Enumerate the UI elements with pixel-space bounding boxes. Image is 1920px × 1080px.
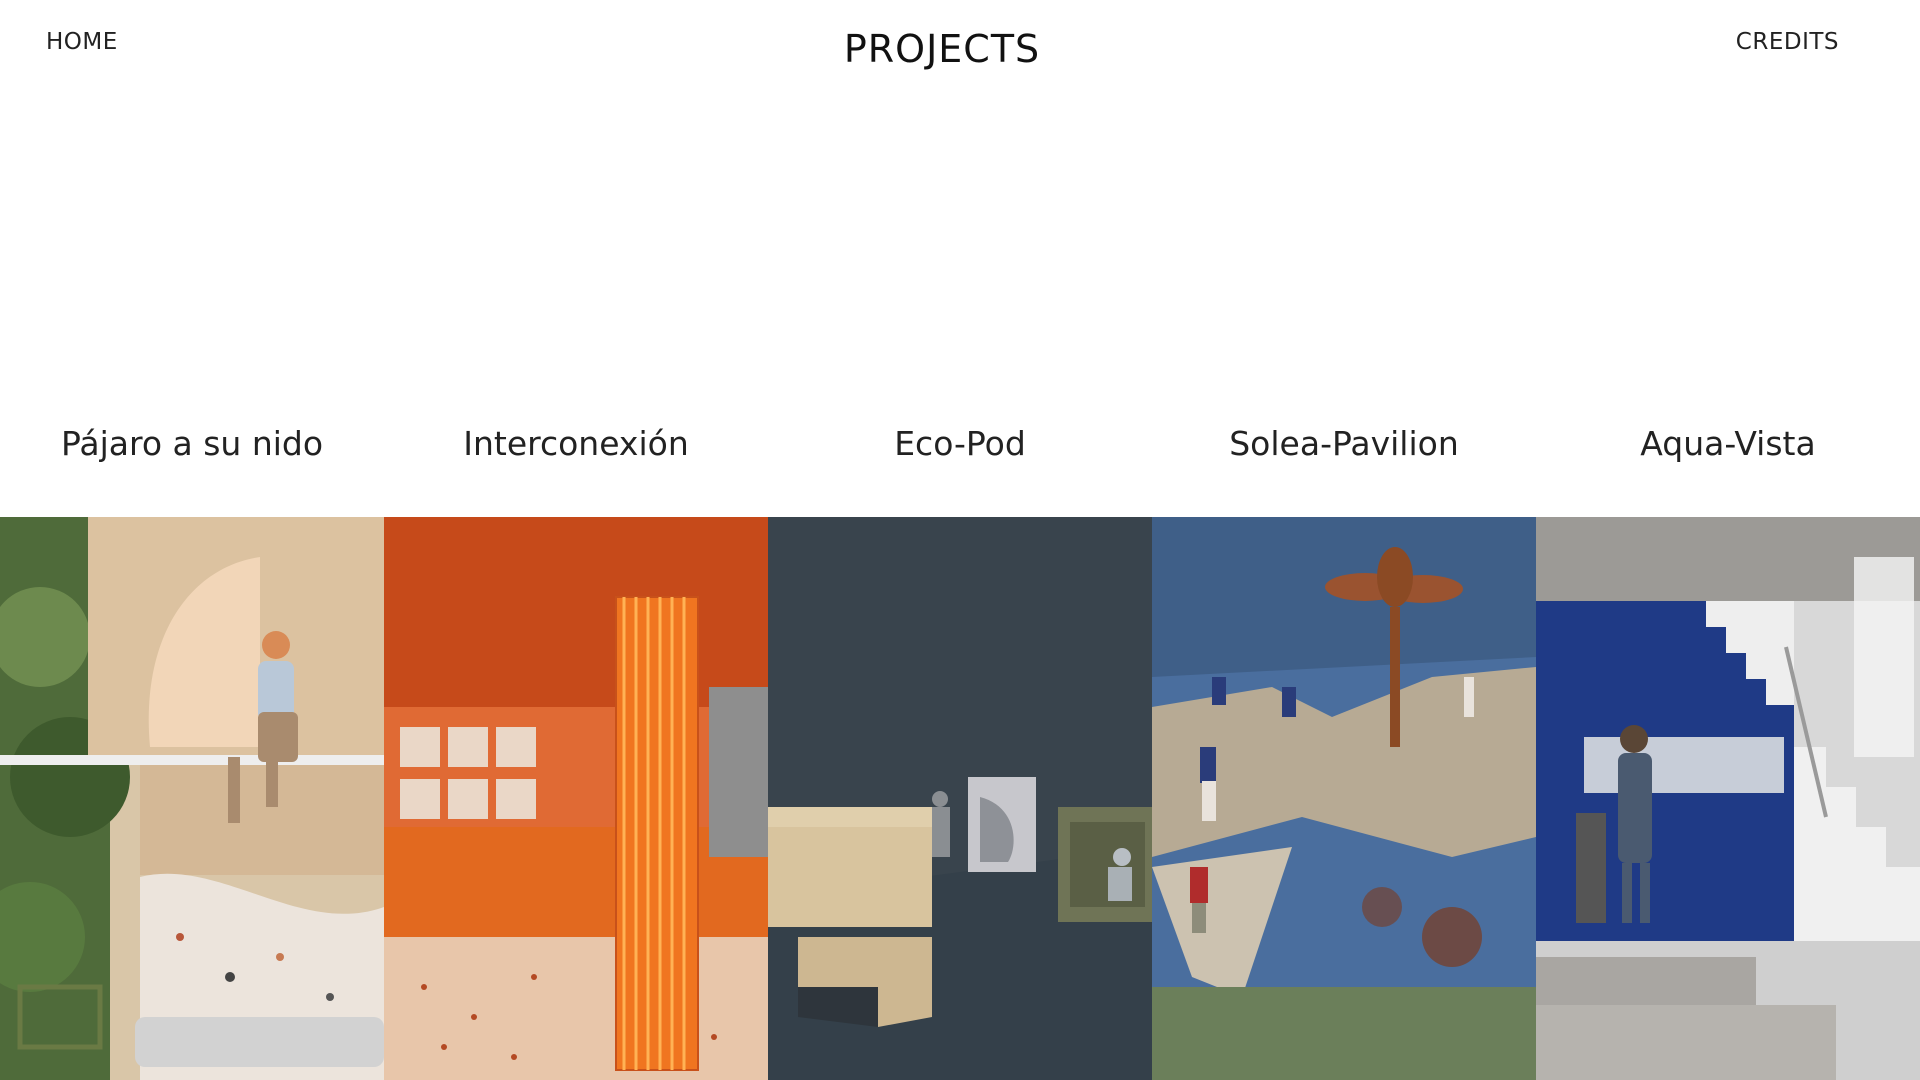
project-image[interactable] [0, 517, 384, 1080]
project-image[interactable] [1152, 517, 1536, 1080]
render-modular-pods-on-dark-ground-icon [768, 517, 1152, 1080]
project-card-aqua-vista[interactable]: Aqua-Vista [1536, 400, 1920, 1080]
project-title: Solea-Pavilion [1229, 424, 1459, 463]
project-card-eco-pod[interactable]: Eco-Pod [768, 400, 1152, 1080]
project-image[interactable] [768, 517, 1152, 1080]
project-card-pajaro-a-su-nido[interactable]: Pájaro a su nido [0, 400, 384, 1080]
page-title: PROJECTS [843, 27, 1041, 71]
project-card-interconexion[interactable]: Interconexión [384, 400, 768, 1080]
credits-link[interactable]: CREDITS [1736, 29, 1839, 55]
render-orange-interior-with-lattice-column-icon [384, 517, 768, 1080]
project-title: Interconexión [463, 424, 689, 463]
project-card-solea-pavilion[interactable]: Solea-Pavilion [1152, 400, 1536, 1080]
project-title: Eco-Pod [894, 424, 1026, 463]
project-image[interactable] [384, 517, 768, 1080]
render-seated-figure-on-wooden-shelf-icon [0, 517, 384, 1080]
project-title: Aqua-Vista [1640, 424, 1816, 463]
projects-gallery: Pájaro a su nido Interconexión Eco-Pod S… [0, 400, 1920, 1080]
render-floating-pavilion-on-water-icon [1152, 517, 1536, 1080]
project-image[interactable] [1536, 517, 1920, 1080]
render-blue-kitchen-with-staircase-icon [1536, 517, 1920, 1080]
project-title: Pájaro a su nido [60, 424, 324, 463]
